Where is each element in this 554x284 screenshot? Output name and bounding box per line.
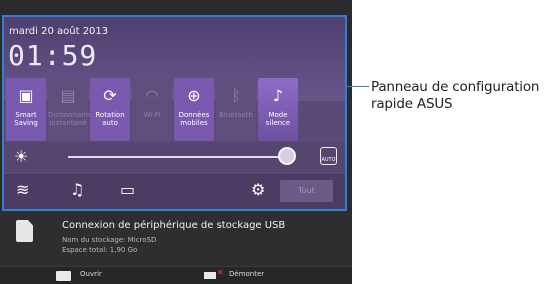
mobile-data-icon: ⊕ [187, 86, 201, 105]
unmount-button[interactable]: Démonter [229, 270, 264, 278]
tout-button[interactable]: Tout [280, 180, 333, 202]
notification-actions: Ouvrir ✕ Démonter [0, 266, 352, 284]
tile-bluetooth[interactable]: ᛒ Bluetooth [216, 78, 256, 141]
tile-label: Dictionnaire instantané [48, 111, 91, 127]
unmount-x-icon: ✕ [217, 268, 224, 277]
tile-label: Smart Saving [14, 111, 38, 127]
storage-name: Nom du stockage: MicroSD [62, 236, 157, 244]
auto-brightness-label: AUTO [321, 157, 336, 163]
folder-icon[interactable] [56, 271, 71, 281]
callout-line [347, 86, 369, 87]
dictionary-icon: ▤ [60, 86, 76, 105]
gear-icon[interactable]: ⚙ [251, 181, 265, 199]
quick-settings-panel: mardi 20 août 2013 01:59 ▣ Smart Saving … [2, 15, 347, 211]
silent-mode-icon: ♪ [272, 86, 284, 105]
unmount-icon[interactable] [204, 272, 216, 279]
sd-card-icon [16, 220, 33, 242]
open-button[interactable]: Ouvrir [80, 270, 102, 278]
callout-text: Panneau de configuration rapide ASUS [371, 79, 540, 112]
wifi-settings-icon[interactable]: ≋ [16, 181, 29, 199]
tile-label: Mode silence [265, 111, 291, 127]
wifi-icon: ◠ [145, 86, 159, 105]
smart-saving-icon: ▣ [18, 86, 34, 105]
tile-label: Bluetooth [219, 111, 253, 119]
tile-smart-saving[interactable]: ▣ Smart Saving [6, 78, 46, 141]
brightness-icon: ☀ [14, 147, 29, 166]
tile-label: Rotation auto [95, 111, 125, 127]
quick-settings-tiles: ▣ Smart Saving ▤ Dictionnaire instantané… [6, 78, 343, 141]
audio-settings-icon[interactable]: ♫ [70, 181, 84, 199]
tile-rotation[interactable]: ⟳ Rotation auto [90, 78, 130, 141]
clock: 01:59 [8, 39, 98, 72]
notification-title: Connexion de périphérique de stockage US… [62, 220, 286, 231]
shortcut-row: ≋ ♫ ▭ ⚙ Tout [4, 174, 345, 209]
brightness-slider-track[interactable] [68, 156, 286, 158]
brightness-slider-thumb[interactable] [278, 147, 296, 165]
tile-dictionary[interactable]: ▤ Dictionnaire instantané [48, 78, 91, 141]
tile-silent-mode[interactable]: ♪ Mode silence [258, 78, 298, 141]
tile-label: Données mobiles [178, 111, 210, 127]
brightness-row: ☀ AUTO [4, 142, 345, 172]
tile-wifi[interactable]: ◠ Wi-Fi [132, 78, 172, 141]
tile-mobile-data[interactable]: ⊕ Données mobiles [174, 78, 214, 141]
date-label: mardi 20 août 2013 [9, 26, 109, 37]
usb-storage-notification[interactable]: Connexion de périphérique de stockage US… [0, 211, 352, 266]
rotation-icon: ⟳ [103, 86, 117, 105]
android-screen: mardi 20 août 2013 01:59 ▣ Smart Saving … [0, 0, 352, 284]
bluetooth-icon: ᛒ [231, 86, 241, 105]
screen-cast-icon[interactable]: ▭ [120, 181, 135, 199]
storage-total: Espace total: 1,90 Go [62, 246, 138, 254]
tile-label: Wi-Fi [143, 111, 161, 119]
auto-brightness-toggle[interactable]: AUTO [320, 147, 337, 165]
